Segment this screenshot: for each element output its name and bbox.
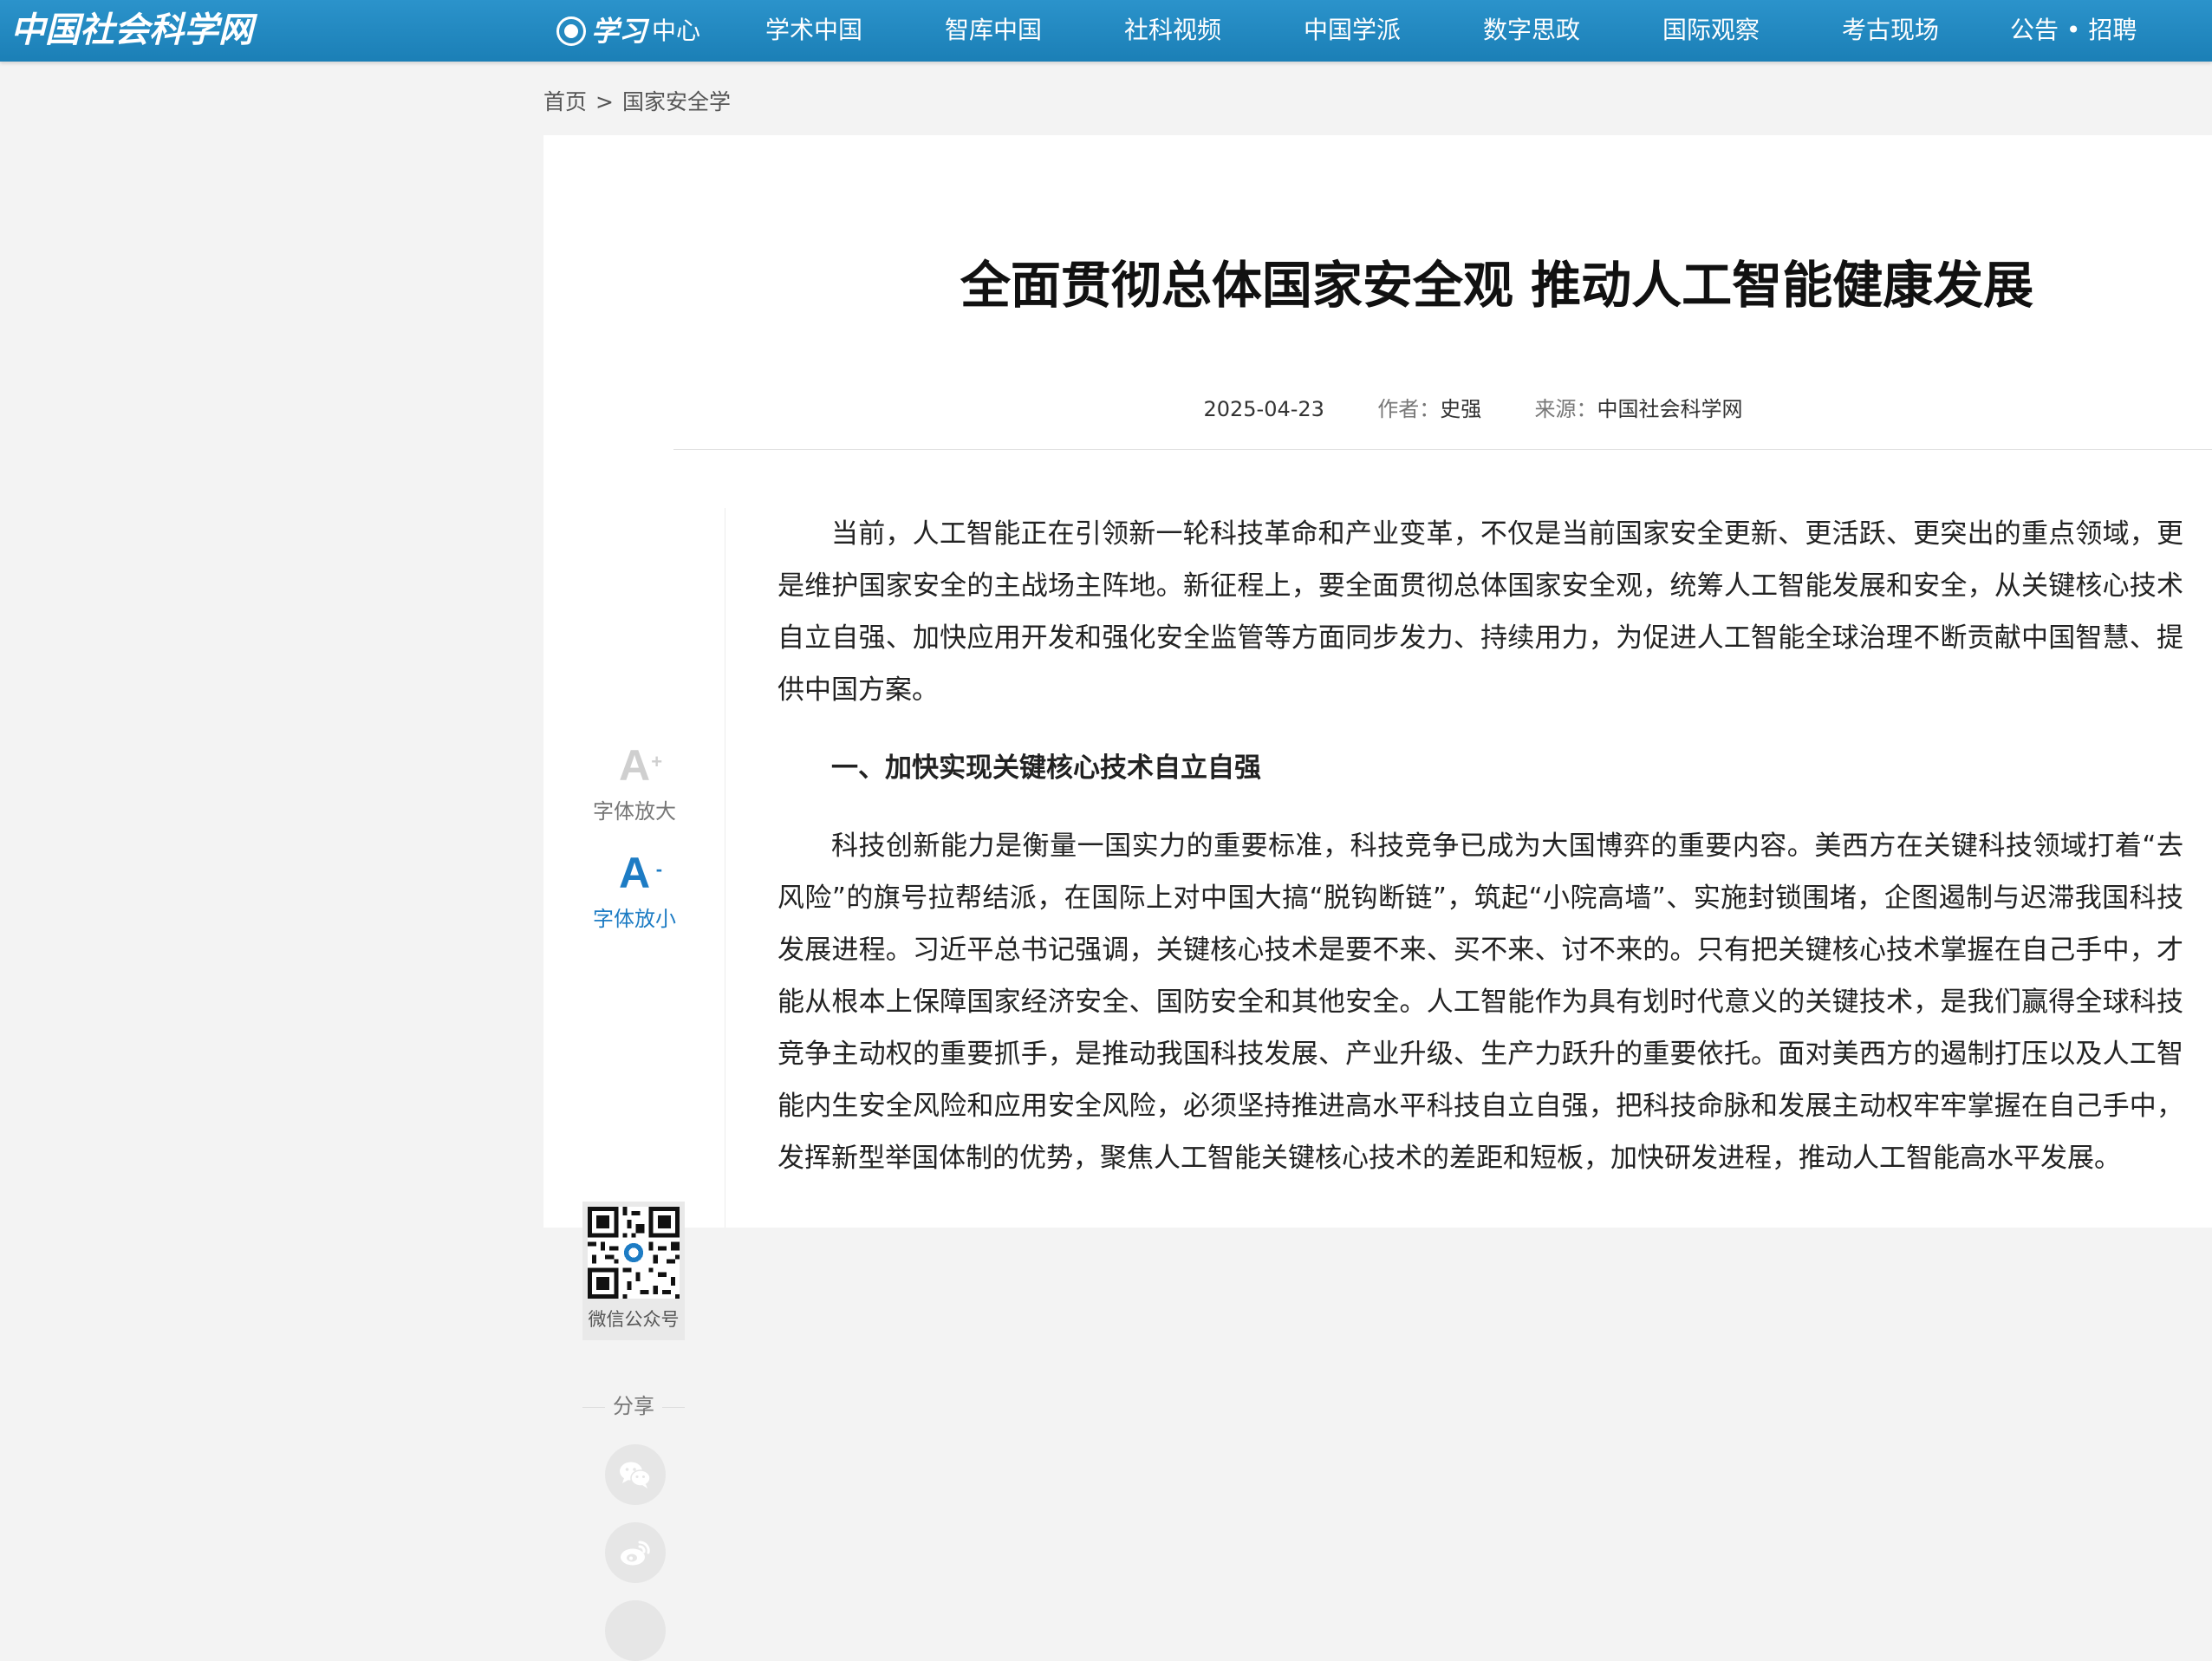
- nav-item-label: 中心: [652, 16, 701, 45]
- share-label: 分享: [582, 1389, 685, 1419]
- meta-divider: [673, 449, 2212, 450]
- nav-item-notices-recruitment[interactable]: 公告 • 招聘: [2010, 0, 2137, 62]
- font-larger-label: 字体放大: [593, 799, 676, 824]
- article-meta: 2025-04-23 作者：史强 来源：中国社会科学网: [543, 392, 2212, 422]
- breadcrumb: 首页 > 国家安全学: [543, 85, 731, 116]
- article-date: 2025-04-23: [1203, 397, 1324, 421]
- article-body: 当前，人工智能正在引领新一轮科技革命和产业变革，不仅是当前国家安全更新、更活跃、…: [777, 508, 2183, 1210]
- font-smaller-button[interactable]: A- 字体放小: [543, 850, 725, 932]
- nav-item-study-prefix: 学习: [591, 14, 647, 48]
- share-wechat-button[interactable]: [605, 1444, 666, 1505]
- breadcrumb-home[interactable]: 首页: [543, 89, 587, 114]
- top-nav-bar: 中国社会科学网 学习 中心 学术中国 智库中国 社科视频 中国学派 数字思政 国…: [0, 0, 2212, 62]
- font-smaller-icon: A-: [618, 849, 663, 897]
- wechat-qr-box[interactable]: 微信公众号: [582, 1202, 685, 1340]
- weibo-icon: [621, 1540, 650, 1566]
- share-more-button[interactable]: [605, 1600, 666, 1661]
- breadcrumb-separator: >: [595, 89, 614, 114]
- nav-item-study-center[interactable]: 学习 中心: [556, 0, 700, 62]
- nav-item-international[interactable]: 国际观察: [1662, 0, 1760, 62]
- article-paragraph: 当前，人工智能正在引领新一轮科技革命和产业变革，不仅是当前国家安全更新、更活跃、…: [777, 518, 2183, 706]
- font-smaller-label: 字体放小: [593, 907, 676, 931]
- wechat-icon: [620, 1462, 651, 1488]
- nav-item-digital-ideology[interactable]: 数字思政: [1483, 0, 1580, 62]
- qr-code-icon: [588, 1207, 680, 1299]
- article-author: 史强: [1440, 397, 1482, 421]
- nav-item-archaeology[interactable]: 考古现场: [1842, 0, 1939, 62]
- section-heading: 一、加快实现关键核心技术自立自强: [831, 752, 1261, 784]
- emblem-icon: [556, 16, 586, 46]
- wechat-qr-label: 微信公众号: [588, 1309, 680, 1330]
- share-weibo-button[interactable]: [605, 1522, 666, 1583]
- nav-item-academic-china[interactable]: 学术中国: [765, 0, 862, 62]
- breadcrumb-current[interactable]: 国家安全学: [622, 89, 731, 114]
- article-card: 全面贯彻总体国家安全观 推动人工智能健康发展 2025-04-23 作者：史强 …: [543, 135, 2212, 1661]
- author-label: 作者：: [1377, 397, 1441, 421]
- nav-item-chinese-school[interactable]: 中国学派: [1304, 0, 1401, 62]
- font-larger-button[interactable]: A + 字体放大: [543, 742, 725, 824]
- tool-column: A + 字体放大 A- 字体放小 微信公众号 分享: [543, 508, 725, 1661]
- article-source: 中国社会科学网: [1597, 397, 1743, 421]
- nav-item-think-tank[interactable]: 智库中国: [945, 0, 1042, 62]
- article-title: 全面贯彻总体国家安全观 推动人工智能健康发展: [960, 256, 2034, 315]
- font-larger-icon: A +: [618, 741, 663, 790]
- nav-item-social-science-video[interactable]: 社科视频: [1124, 0, 1221, 62]
- source-label: 来源：: [1534, 397, 1597, 421]
- site-logo[interactable]: 中国社会科学网: [10, 9, 253, 52]
- article-paragraph: 科技创新能力是衡量一国实力的重要标准，科技竞争已成为大国博弈的重要内容。美西方在…: [777, 830, 2183, 1174]
